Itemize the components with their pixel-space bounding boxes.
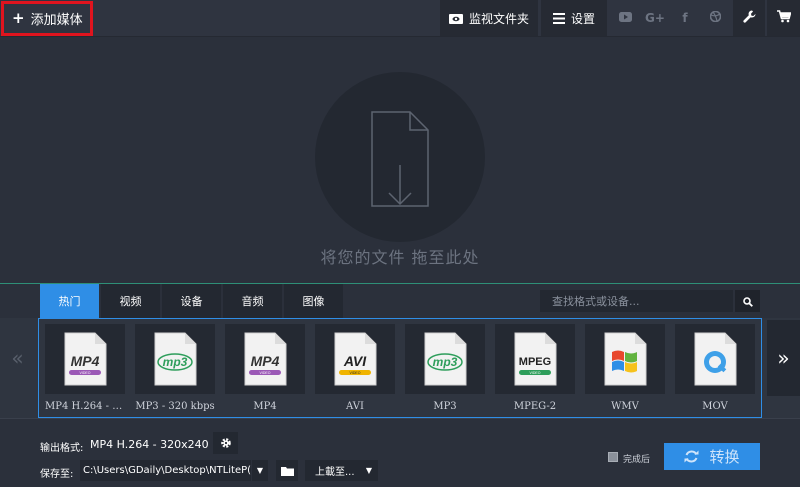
format-label: MP4 H.264 - 320x240 [45,401,125,412]
format-item[interactable]: MPEG VIDEO MPEG-2 [495,324,575,412]
plus-icon: + [12,9,25,27]
svg-text:VIDEO: VIDEO [530,371,541,375]
folder-icon [280,461,294,480]
svg-text:AVI: AVI [343,353,367,369]
format-tabs-bar: 热门 视频 设备 音频 图像 查找格式或设备... [0,284,800,318]
format-label: MP3 [433,401,457,412]
output-format-label: 输出格式: [40,443,84,454]
add-media-label: 添加媒体 [30,13,83,28]
svg-text:VIDEO: VIDEO [350,371,361,375]
path-dropdown-button[interactable]: ▼ [252,460,268,481]
mp3-file-icon: mp3 [405,324,485,394]
svg-text:mp3: mp3 [163,355,188,369]
prev-formats-button[interactable]: « [0,318,35,398]
mp4-file-icon: MP4 VIDEO [225,324,305,394]
tab-audio[interactable]: 音频 [223,284,283,318]
format-label: MPEG-2 [513,401,557,412]
watch-folder-label: 监视文件夹 [468,11,529,26]
menu-icon [552,12,565,24]
format-label: MP3 - 320 kbps [135,401,215,412]
tab-label: 音频 [241,295,264,308]
after-done-checkbox[interactable] [608,452,618,462]
convert-label: 转换 [709,448,740,466]
format-label: MOV [702,401,728,412]
svg-text:VIDEO: VIDEO [80,371,91,375]
svg-text:mp3: mp3 [433,355,458,369]
bottom-panel: 输出格式: MP4 H.264 - 320x240 保存至: C:\Users\… [0,418,800,487]
next-formats-button[interactable]: » [767,320,800,396]
format-item[interactable]: WMV [585,324,665,412]
svg-text:VIDEO: VIDEO [260,371,271,375]
tab-label: 热门 [58,295,81,308]
caret-down-icon: ▼ [256,466,264,475]
upload-label: 上載至... [315,467,355,478]
svg-text:MPEG: MPEG [519,356,551,368]
upload-to-dropdown[interactable]: 上載至... ▼ [305,460,378,481]
format-label: WMV [611,401,639,412]
save-to-label: 保存至: [40,469,74,480]
settings-button[interactable]: 设置 [541,0,607,36]
settings-label: 设置 [570,11,595,26]
refresh-icon [684,449,699,464]
svg-text:MP4: MP4 [71,353,100,369]
top-toolbar: + 添加媒体 监视文件夹 设置 G+ f [0,0,800,37]
convert-button[interactable]: 转换 [664,443,760,470]
format-label: AVI [346,401,364,412]
drop-hint: 将您的文件 拖至此处 [320,248,480,267]
tab-device[interactable]: 设备 [162,284,222,318]
tab-popular[interactable]: 热门 [40,284,100,318]
format-item[interactable]: MP4 VIDEO MP4 [225,324,305,412]
format-item[interactable]: AVI VIDEO AVI [315,324,395,412]
windows-logo-icon [585,324,665,394]
tab-label: 视频 [119,295,142,308]
tab-label: 设备 [180,295,203,308]
social-links: G+ f [610,0,730,36]
file-download-icon [371,111,429,207]
format-item[interactable]: mp3 MP3 - 320 kbps [135,324,215,412]
mp3-file-icon: mp3 [135,324,215,394]
mp4-file-icon: MP4 VIDEO [45,324,125,394]
tab-video[interactable]: 视频 [101,284,161,318]
format-search-input[interactable]: 查找格式或设备... [540,290,733,312]
svg-text:MP4: MP4 [251,353,280,369]
avi-file-icon: AVI VIDEO [315,324,395,394]
cart-button[interactable] [767,0,800,36]
mpeg-file-icon: MPEG VIDEO [495,324,575,394]
youtube-icon[interactable] [615,11,635,25]
eye-folder-icon [448,13,463,24]
format-item[interactable]: MOV [675,324,755,412]
dribbble-icon[interactable] [705,10,725,25]
search-icon [742,292,753,311]
output-format-value: MP4 H.264 - 320x240 [90,438,209,451]
watch-folder-button[interactable]: 监视文件夹 [440,0,538,36]
drop-zone[interactable]: 将您的文件 拖至此处 [0,37,800,283]
after-done-label: 完成后 [623,455,651,465]
format-label: MP4 [253,401,277,412]
cart-icon [776,10,792,26]
tab-label: 图像 [302,295,325,308]
facebook-icon[interactable]: f [675,11,695,25]
tab-image[interactable]: 图像 [284,284,344,318]
search-button[interactable] [735,290,760,312]
format-item[interactable]: mp3 MP3 [405,324,485,412]
formats-panel: MP4 VIDEO MP4 H.264 - 320x240 mp3 MP3 - 3… [38,318,762,418]
add-media-button[interactable]: + 添加媒体 [1,1,93,36]
browse-folder-button[interactable] [276,460,298,481]
format-item[interactable]: MP4 VIDEO MP4 H.264 - 320x240 [45,324,125,412]
caret-down-icon: ▼ [365,466,372,475]
output-settings-button[interactable] [213,432,238,454]
wrench-icon [742,10,756,26]
gear-icon [220,434,232,453]
search-placeholder: 查找格式或设备... [552,295,640,308]
drop-circle [315,72,485,242]
output-path-field[interactable]: C:\Users\GDaily\Desktop\NTLiteP( [80,460,251,481]
tools-button[interactable] [733,0,765,36]
google-plus-icon[interactable]: G+ [645,11,665,25]
quicktime-logo-icon [675,324,755,394]
